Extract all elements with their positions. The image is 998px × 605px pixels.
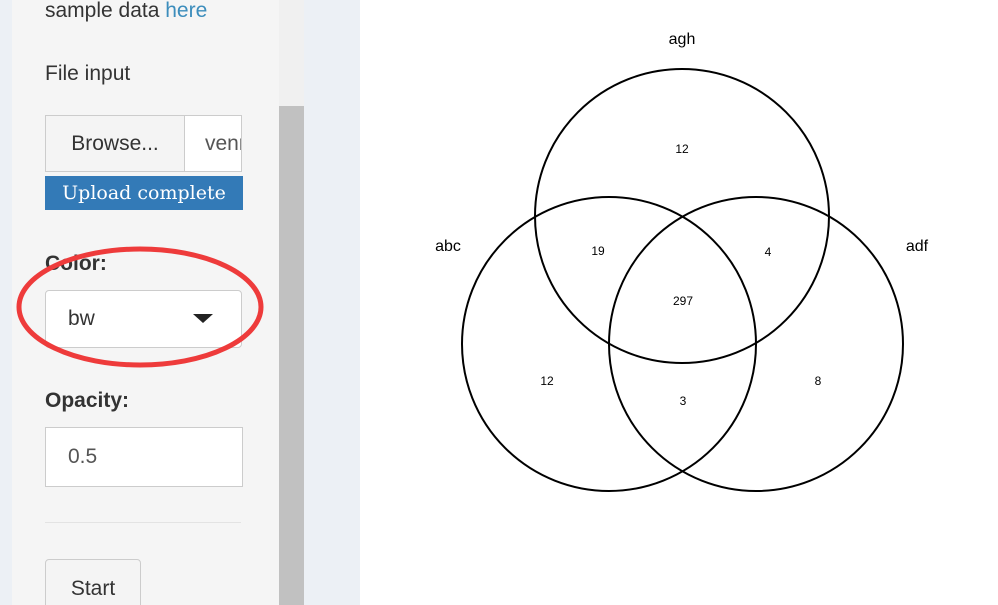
opacity-input[interactable]: 0.5	[45, 427, 243, 487]
color-select-value: bw	[68, 307, 95, 330]
venn-count-only-adf: 8	[815, 374, 822, 388]
venn-count-abc-agh: 19	[591, 244, 605, 258]
sample-data-link[interactable]: here	[165, 0, 207, 22]
venn-count-only-agh: 12	[675, 142, 689, 156]
file-name-field[interactable]: venn	[184, 115, 242, 172]
venn-count-only-abc: 12	[540, 374, 554, 388]
sidebar-divider	[45, 522, 241, 523]
venn-count-abc-adf: 3	[680, 394, 687, 408]
color-select[interactable]: bw	[45, 290, 242, 348]
content-gutter	[304, 0, 360, 605]
venn-set-label-adf: adf	[906, 238, 929, 255]
sample-data-label: sample data	[45, 0, 166, 22]
caret-down-icon	[193, 314, 213, 323]
file-input-label: File input	[45, 62, 131, 85]
upload-progress-bar: Upload complete	[45, 176, 243, 210]
venn-count-all-three: 297	[673, 294, 693, 308]
start-button[interactable]: Start	[45, 559, 141, 605]
sidebar-scrollbar-thumb[interactable]	[279, 106, 304, 605]
color-label: Color:	[45, 252, 107, 275]
venn-diagram: agh abc adf 12 19 4 297 12 3 8	[435, 31, 929, 492]
sample-data-text: sample data here	[45, 0, 207, 23]
venn-set-label-agh: agh	[669, 31, 696, 48]
file-input-group: Browse... venn	[45, 115, 242, 172]
venn-count-agh-adf: 4	[765, 245, 772, 259]
opacity-label: Opacity:	[45, 389, 130, 412]
browse-button[interactable]: Browse...	[45, 115, 184, 172]
left-gutter	[0, 0, 12, 605]
venn-set-label-abc: abc	[435, 238, 461, 255]
